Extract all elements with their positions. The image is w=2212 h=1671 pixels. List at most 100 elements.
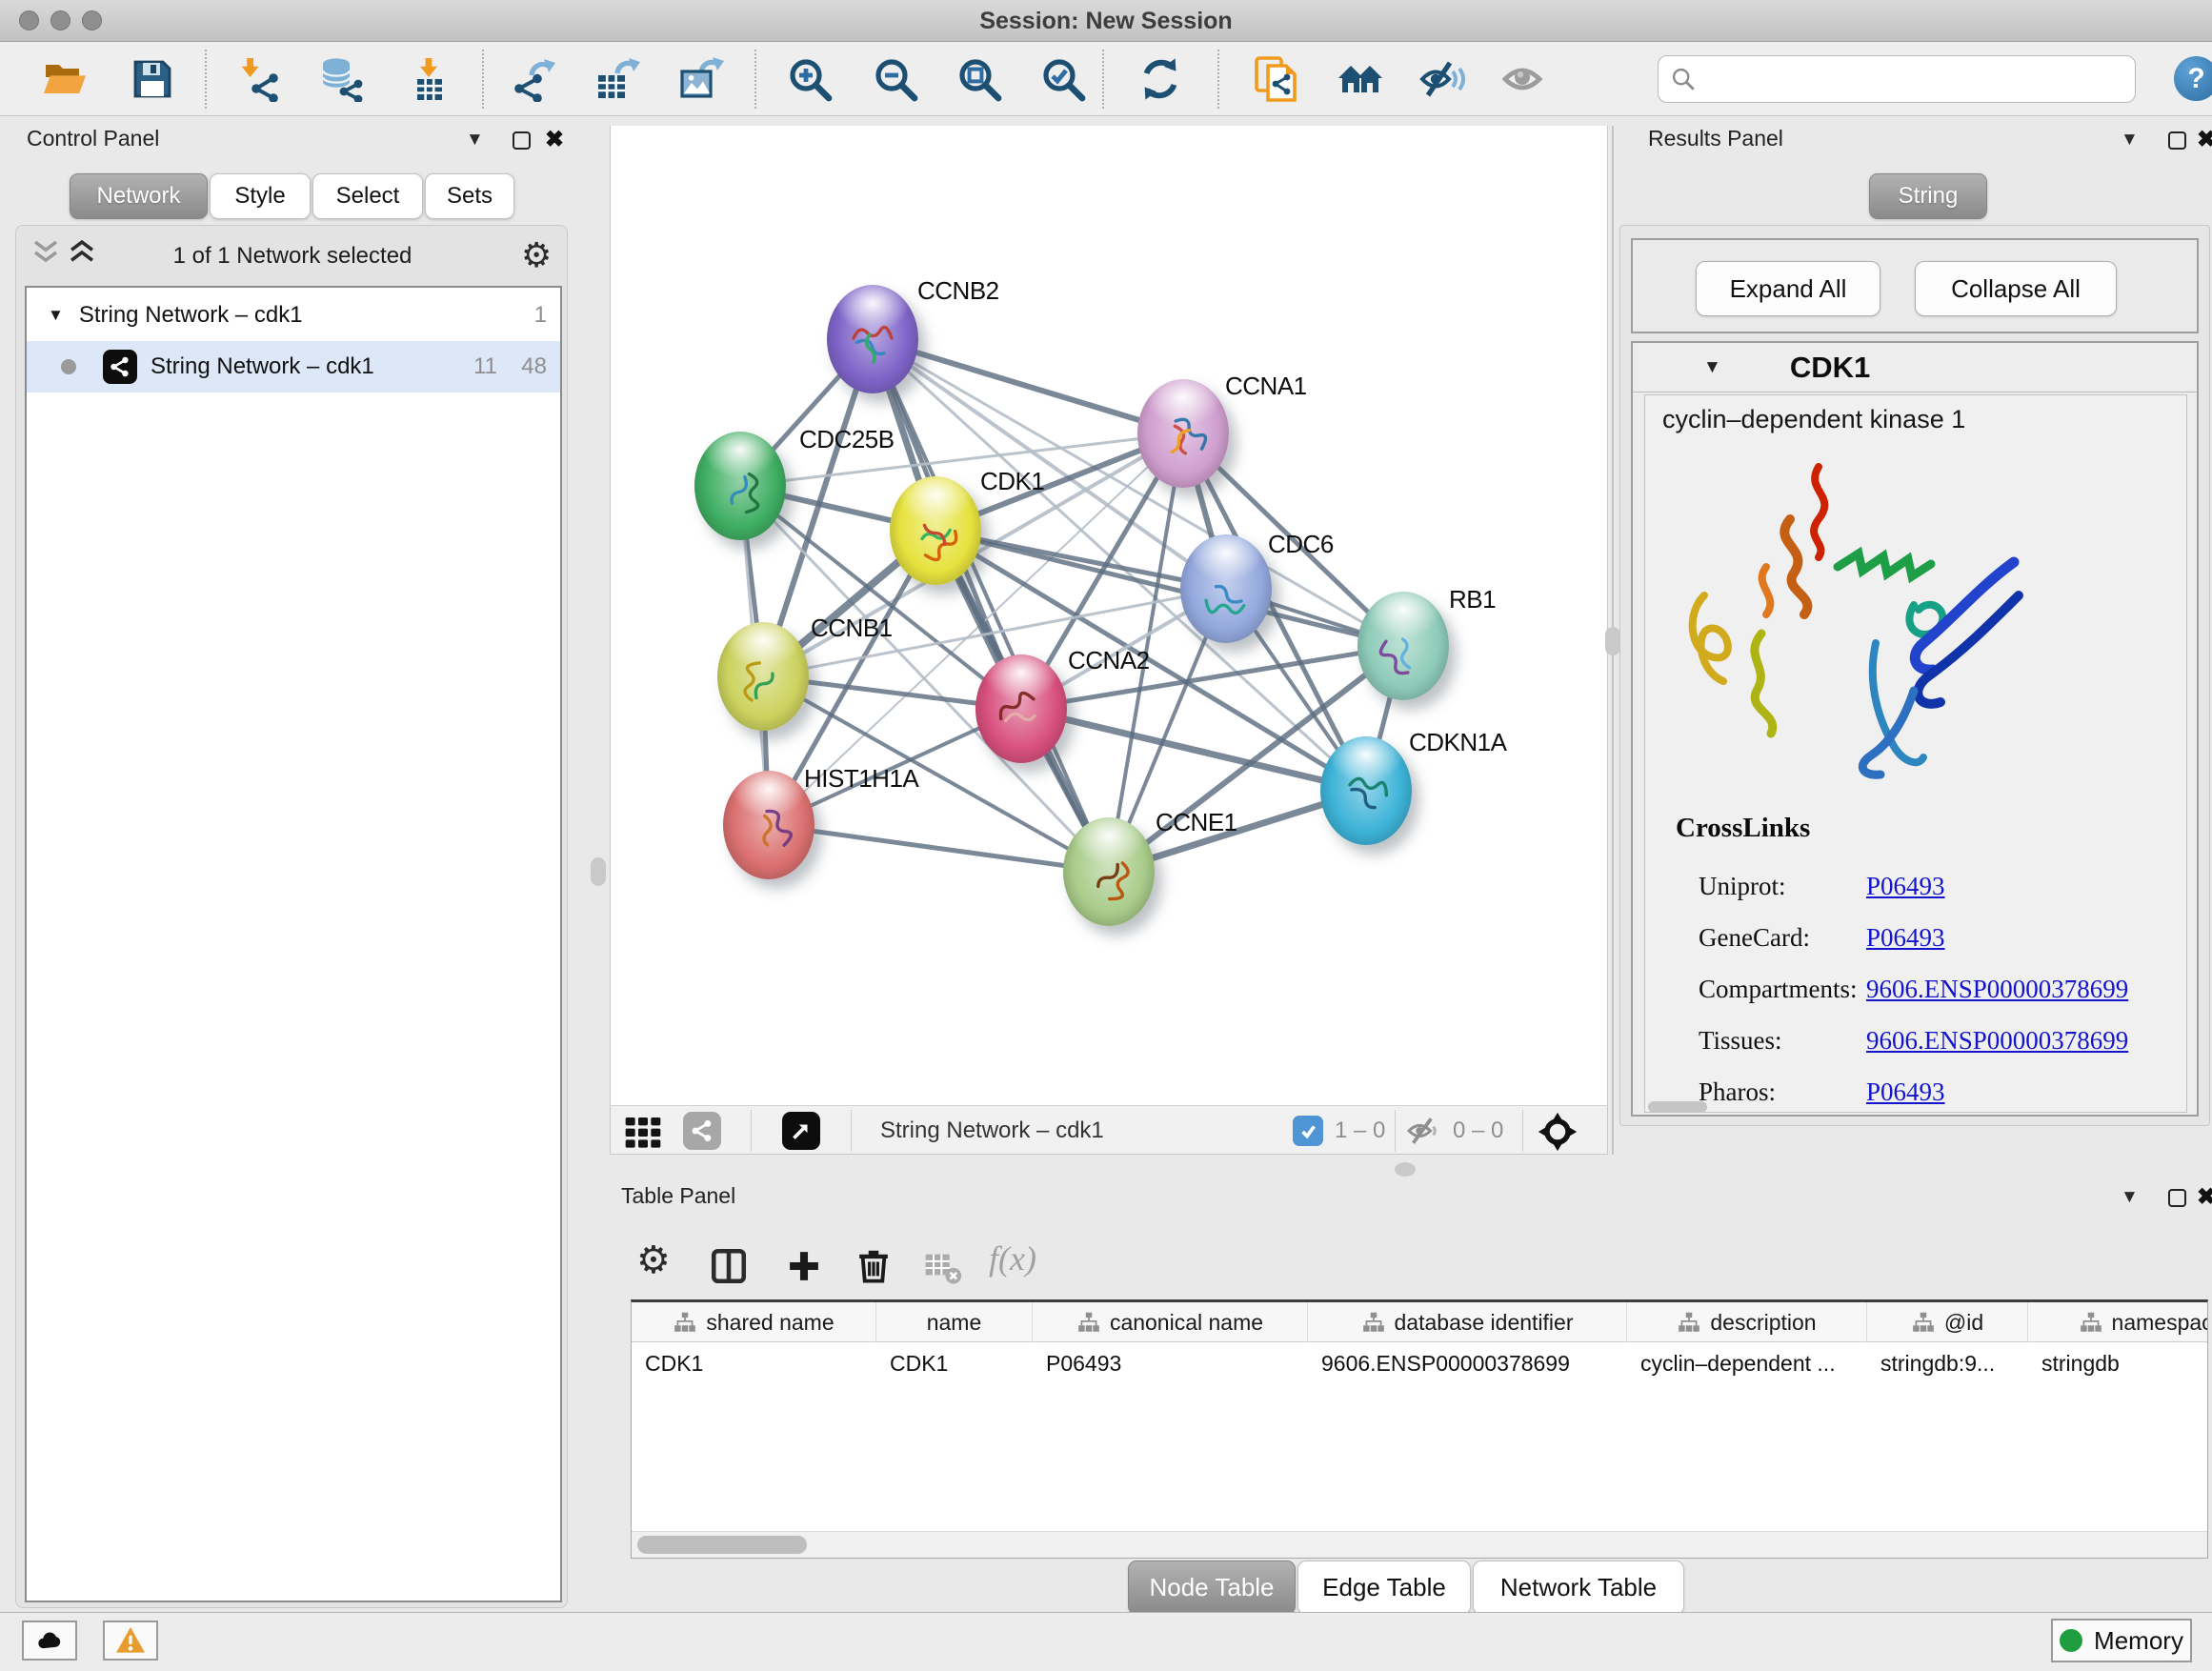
open-session-button[interactable]	[40, 54, 90, 104]
results-scrollbar-stub[interactable]	[1648, 1101, 1707, 1113]
right-splitter-handle[interactable]	[1605, 627, 1620, 655]
tab-select[interactable]: Select	[312, 173, 423, 219]
share-document-button[interactable]	[1252, 54, 1301, 104]
show-columns-icon[interactable]	[709, 1246, 749, 1286]
column-header-canonical-name[interactable]: canonical name	[1033, 1302, 1308, 1342]
network-node-cdc25b[interactable]	[694, 432, 786, 540]
table-panel-collapse-icon[interactable]: ▼	[2121, 1187, 2139, 1208]
network-node-cdc6[interactable]	[1180, 534, 1272, 643]
column-header-database-identifier[interactable]: database identifier	[1308, 1302, 1627, 1342]
import-network-button[interactable]	[234, 54, 284, 104]
delete-column-trash-icon[interactable]	[854, 1244, 894, 1286]
table-cell[interactable]: cyclin–dependent ...	[1627, 1342, 1867, 1385]
export-network-button[interactable]	[509, 54, 558, 104]
control-panel-float-icon[interactable]	[513, 131, 531, 150]
crosslink-link[interactable]: 9606.ENSP00000378699	[1866, 1026, 2128, 1056]
hide-glasses-button[interactable]	[1418, 54, 1467, 104]
network-node-rb1[interactable]	[1357, 592, 1449, 700]
cloud-button[interactable]	[22, 1621, 77, 1661]
results-panel-close-icon[interactable]: ✖	[2197, 129, 2212, 151]
zoom-out-button[interactable]	[871, 54, 920, 104]
footer-separator	[851, 1110, 852, 1152]
table-panel-close-icon[interactable]: ✖	[2197, 1186, 2212, 1209]
crosslink-link[interactable]: 9606.ENSP00000378699	[1866, 975, 2128, 1004]
left-splitter-handle[interactable]	[591, 857, 606, 886]
network-view-toolbar: String Network – cdk1 1 – 0 0 – 0	[610, 1105, 1608, 1155]
export-image-button[interactable]	[676, 54, 726, 104]
control-panel-close-icon[interactable]: ✖	[545, 129, 564, 151]
network-node-ccna2[interactable]	[975, 654, 1067, 763]
tab-network[interactable]: Network	[70, 173, 208, 219]
network-node-hist1h1a[interactable]	[723, 771, 814, 879]
table-hscrollbar-handle[interactable]	[637, 1536, 807, 1554]
add-column-icon[interactable]	[784, 1246, 824, 1286]
table-settings-gear-icon[interactable]: ⚙	[636, 1238, 671, 1282]
table-cell[interactable]: 9606.ENSP00000378699	[1308, 1342, 1627, 1385]
column-header-name[interactable]: name	[876, 1302, 1033, 1342]
column-header--id[interactable]: @id	[1867, 1302, 2028, 1342]
table-cell[interactable]: CDK1	[632, 1342, 876, 1385]
save-session-button[interactable]	[128, 54, 177, 104]
table-cell[interactable]: P06493	[1033, 1342, 1308, 1385]
crosslink-link[interactable]: P06493	[1866, 872, 1945, 901]
network-view-canvas[interactable]: CCNB2CCNA1CDC25BCDK1CDC6RB1CCNB1CCNA2CDK…	[610, 126, 1608, 1105]
results-panel-collapse-icon[interactable]: ▼	[2121, 130, 2139, 151]
network-node-cdkn1a[interactable]	[1320, 736, 1412, 845]
gene-section-header[interactable]: ▼ CDK1	[1633, 343, 2197, 393]
home-button[interactable]	[1336, 54, 1385, 104]
column-header-shared-name[interactable]: shared name	[632, 1302, 876, 1342]
bottom-splitter-handle[interactable]	[1395, 1162, 1416, 1177]
warnings-button[interactable]	[103, 1621, 158, 1661]
tab-sets[interactable]: Sets	[425, 173, 514, 219]
selected-checkbox-icon[interactable]	[1293, 1116, 1323, 1146]
network-node-ccnb1[interactable]	[717, 622, 809, 731]
crosslink-link[interactable]: P06493	[1866, 923, 1945, 953]
network-share-badge-icon[interactable]	[683, 1112, 721, 1150]
table-panel-float-icon[interactable]	[2168, 1189, 2186, 1207]
tab-network-table[interactable]: Network Table	[1473, 1560, 1684, 1615]
help-button[interactable]: ?	[2174, 56, 2212, 101]
tab-node-table[interactable]: Node Table	[1128, 1560, 1296, 1615]
table-cell[interactable]: stringdb	[2028, 1342, 2208, 1385]
import-database-button[interactable]	[316, 54, 366, 104]
zoom-fit-button[interactable]	[955, 54, 1004, 104]
network-collection-row[interactable]: ▼ String Network – cdk1 1	[27, 290, 560, 341]
column-header-namespace[interactable]: namespace	[2028, 1302, 2208, 1342]
crosslink-link[interactable]: P06493	[1866, 1077, 1945, 1107]
table-row[interactable]: CDK1CDK1P064939606.ENSP00000378699cyclin…	[632, 1342, 2207, 1385]
tab-string-results[interactable]: String	[1869, 173, 1987, 219]
results-panel-float-icon[interactable]	[2168, 131, 2186, 150]
tab-edge-table[interactable]: Edge Table	[1297, 1560, 1471, 1615]
zoom-in-button[interactable]	[785, 54, 835, 104]
table-hscrollbar[interactable]	[632, 1531, 2207, 1558]
collapse-all-button[interactable]: Collapse All	[1915, 261, 2117, 316]
birdseye-grid-icon[interactable]	[624, 1113, 666, 1151]
network-row-selected[interactable]: String Network – cdk1 11 48	[27, 341, 560, 393]
network-node-ccnb2[interactable]	[827, 285, 918, 393]
table-cell[interactable]: CDK1	[876, 1342, 1033, 1385]
network-options-gear-icon[interactable]: ⚙	[521, 235, 552, 275]
tree-expander-icon[interactable]: ▼	[48, 306, 64, 325]
network-node-label: CDC25B	[799, 425, 895, 454]
fit-content-crosshair-icon[interactable]	[1537, 1111, 1579, 1153]
show-eye-button[interactable]	[1499, 54, 1549, 104]
zoom-selected-button[interactable]	[1038, 54, 1088, 104]
column-header-description[interactable]: description	[1627, 1302, 1867, 1342]
control-panel-collapse-icon[interactable]: ▼	[466, 130, 484, 151]
network-node-ccne1[interactable]	[1063, 817, 1155, 926]
memory-button[interactable]: Memory	[2051, 1619, 2192, 1662]
export-table-button[interactable]	[593, 54, 642, 104]
network-node-ccna1[interactable]	[1137, 379, 1229, 488]
gene-collapse-icon[interactable]: ▼	[1703, 357, 1721, 378]
hidden-eye-slash-icon[interactable]	[1406, 1114, 1442, 1148]
table-cell[interactable]: stringdb:9...	[1867, 1342, 2028, 1385]
open-in-window-icon[interactable]	[782, 1112, 820, 1150]
search-input[interactable]	[1704, 65, 2123, 93]
network-node-label: HIST1H1A	[804, 764, 918, 794]
tab-style[interactable]: Style	[210, 173, 311, 219]
network-node-cdk1[interactable]	[890, 476, 981, 585]
refresh-button[interactable]	[1136, 54, 1185, 104]
search-field[interactable]	[1658, 55, 2136, 103]
expand-all-button[interactable]: Expand All	[1696, 261, 1880, 316]
import-table-button[interactable]	[404, 54, 453, 104]
